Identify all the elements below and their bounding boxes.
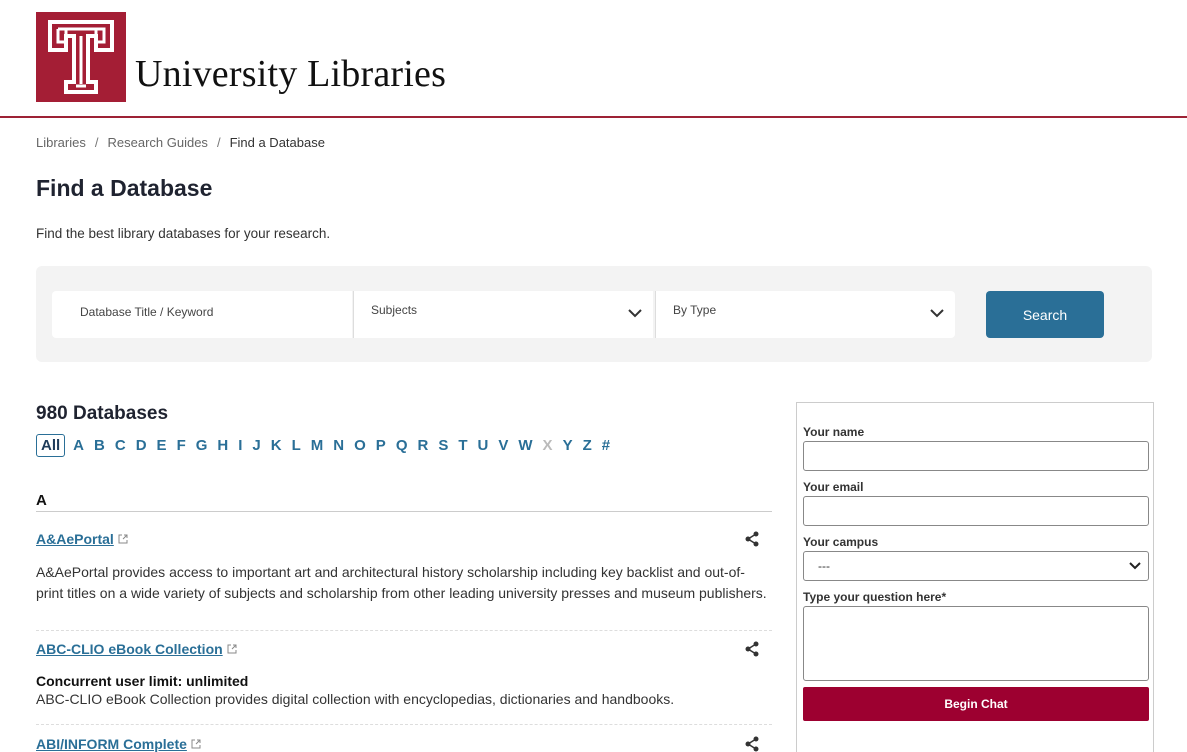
alphabet-filter-letter[interactable]: E — [157, 437, 167, 454]
chevron-down-icon — [930, 309, 944, 318]
type-dropdown[interactable]: By Type — [655, 291, 955, 338]
alphabet-filter-letter[interactable]: P — [376, 437, 386, 454]
section-letter: A — [36, 492, 47, 509]
database-entry: ABI/INFORM Complete — [36, 736, 772, 752]
breadcrumb-separator: / — [94, 135, 99, 150]
breadcrumb-research-guides[interactable]: Research Guides — [107, 135, 207, 150]
alphabet-filter-letter[interactable]: J — [252, 437, 260, 454]
breadcrumb: Libraries / Research Guides / Find a Dat… — [36, 135, 325, 150]
database-entry: A&AePortal A&AePortal provides access to… — [36, 531, 772, 604]
database-description: A&AePortal provides access to important … — [36, 564, 767, 601]
keyword-placeholder: Database Title / Keyword — [80, 305, 214, 319]
email-input[interactable] — [803, 496, 1149, 526]
alphabet-filter-letter[interactable]: D — [136, 437, 147, 454]
alphabet-filter-letter[interactable]: F — [177, 437, 186, 454]
keyword-search-input[interactable]: Database Title / Keyword — [52, 291, 352, 338]
alphabet-filter-letter[interactable]: Q — [396, 437, 408, 454]
database-title-link[interactable]: ABC-CLIO eBook Collection — [36, 641, 237, 657]
alphabet-filter-letter[interactable]: B — [94, 437, 105, 454]
database-title[interactable]: ABI/INFORM Complete — [36, 736, 187, 752]
breadcrumb-separator: / — [216, 135, 221, 150]
section-divider — [36, 511, 772, 512]
temple-t-icon — [36, 12, 126, 102]
subjects-label: Subjects — [371, 303, 418, 317]
alphabet-filter-letter[interactable]: H — [217, 437, 228, 454]
email-label: Your email — [803, 480, 864, 494]
name-input[interactable] — [803, 441, 1149, 471]
alphabet-filter: All A B C D E F G H I J K L M N O P Q R S T U V W X Y Z # — [36, 434, 620, 457]
chat-widget: Your name Your email Your campus --- Typ… — [796, 402, 1154, 752]
temple-logo[interactable] — [36, 12, 126, 102]
alphabet-filter-letter[interactable]: A — [73, 437, 84, 454]
search-panel: Database Title / Keyword Subjects By Typ… — [36, 266, 1152, 362]
name-label: Your name — [803, 425, 865, 439]
site-name[interactable]: University Libraries — [135, 52, 446, 96]
database-entry: ABC-CLIO eBook Collection Concurrent use… — [36, 641, 772, 707]
alphabet-filter-letter[interactable]: Y — [563, 437, 573, 454]
alphabet-filter-letter[interactable]: K — [271, 437, 282, 454]
alphabet-filter-letter[interactable]: R — [417, 437, 428, 454]
external-link-icon — [191, 739, 201, 749]
page-intro: Find the best library databases for your… — [36, 226, 331, 241]
database-title-link[interactable]: ABI/INFORM Complete — [36, 736, 201, 752]
alphabet-filter-letter[interactable]: O — [354, 437, 366, 454]
campus-select[interactable]: --- — [803, 551, 1149, 581]
site-header: University Libraries — [0, 0, 1187, 118]
alphabet-filter-letter[interactable]: I — [238, 437, 242, 454]
database-title[interactable]: A&AePortal — [36, 531, 114, 547]
database-description: ABC-CLIO eBook Collection provides digit… — [36, 691, 675, 707]
page-title: Find a Database — [36, 175, 213, 201]
alphabet-filter-letter[interactable]: G — [196, 437, 208, 454]
begin-chat-button[interactable]: Begin Chat — [803, 687, 1149, 721]
subjects-dropdown[interactable]: Subjects — [353, 291, 653, 338]
database-note: Concurrent user limit: unlimited — [36, 673, 249, 689]
alphabet-filter-letter[interactable]: S — [438, 437, 448, 454]
external-link-icon — [118, 534, 128, 544]
breadcrumb-current: Find a Database — [229, 135, 325, 150]
alphabet-filter-letter[interactable]: L — [292, 437, 301, 454]
database-title[interactable]: ABC-CLIO eBook Collection — [36, 641, 223, 657]
share-icon[interactable] — [744, 736, 760, 752]
alphabet-filter-all[interactable]: All — [36, 434, 66, 457]
breadcrumb-libraries[interactable]: Libraries — [36, 135, 86, 150]
alphabet-filter-letter[interactable]: M — [311, 437, 324, 454]
type-label: By Type — [673, 303, 717, 317]
alphabet-filter-letter[interactable]: Z — [583, 437, 592, 454]
database-title-link[interactable]: A&AePortal — [36, 531, 128, 547]
alphabet-filter-letter[interactable]: # — [602, 437, 610, 454]
chevron-down-icon — [1129, 562, 1141, 570]
alphabet-filter-letter[interactable]: W — [518, 437, 532, 454]
entry-divider — [36, 724, 772, 725]
alphabet-filter-letter: X — [542, 437, 553, 454]
external-link-icon — [227, 644, 237, 654]
alphabet-filter-letter[interactable]: N — [333, 437, 344, 454]
question-label: Type your question here* — [803, 590, 947, 604]
entry-divider — [36, 630, 772, 631]
alphabet-filter-letter[interactable]: C — [115, 437, 126, 454]
alphabet-filter-letter[interactable]: U — [478, 437, 489, 454]
share-icon[interactable] — [744, 531, 760, 547]
chevron-down-icon — [628, 309, 642, 318]
question-textarea[interactable] — [803, 606, 1149, 681]
alphabet-filter-letter[interactable]: T — [458, 437, 467, 454]
alphabet-filter-letter[interactable]: V — [498, 437, 508, 454]
results-count: 980 Databases — [36, 403, 169, 424]
share-icon[interactable] — [744, 641, 760, 657]
campus-select-value: --- — [818, 559, 830, 573]
search-button[interactable]: Search — [986, 291, 1104, 338]
campus-label: Your campus — [803, 535, 879, 549]
